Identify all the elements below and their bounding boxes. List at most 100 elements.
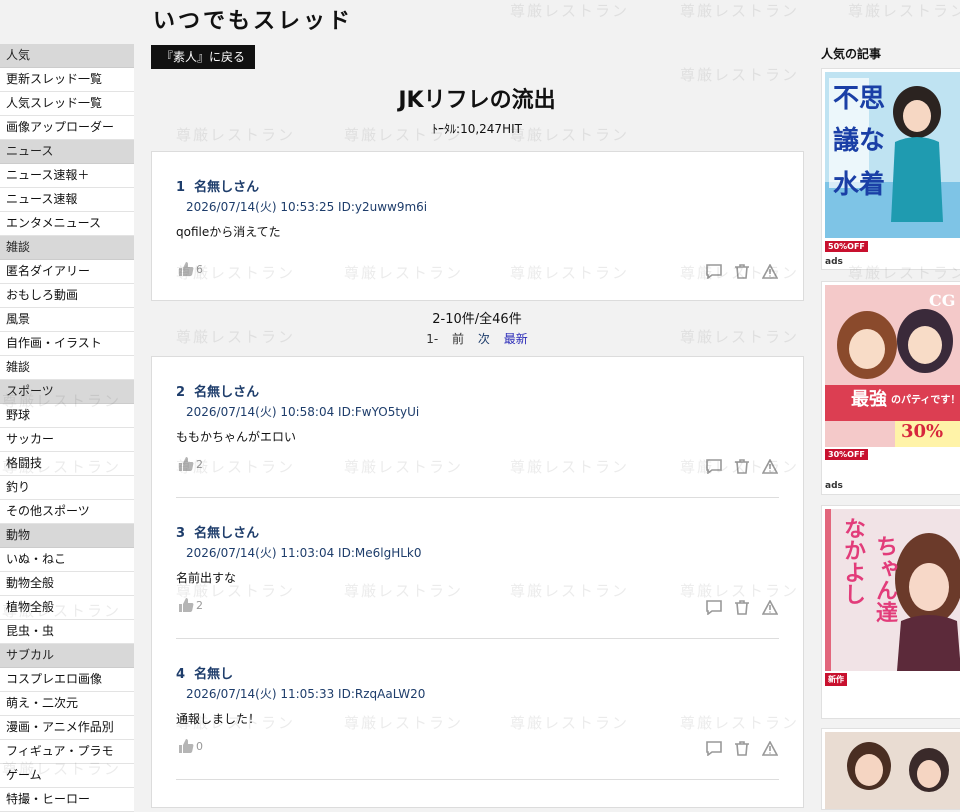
ad-card-4[interactable] (821, 728, 960, 810)
post-actions (705, 457, 779, 475)
post-actions (705, 739, 779, 757)
post-actions (705, 598, 779, 616)
sidebar-item-news-plus[interactable]: ニュース速報＋ (0, 164, 134, 188)
sidebar-item-plants[interactable]: 植物全般 (0, 596, 134, 620)
report-button[interactable] (761, 457, 779, 475)
ad-image[interactable]: 不思 議な 水着 (825, 72, 960, 238)
trash-icon (735, 263, 749, 279)
post-number[interactable]: 2 (176, 385, 185, 400)
site-logo[interactable]: いつでもスレッド (153, 3, 353, 35)
pager-next-link[interactable]: 次 (478, 332, 490, 346)
report-button[interactable] (761, 598, 779, 616)
sidebar-item-chat[interactable]: 雑談 (0, 356, 134, 380)
ad-title-1: 最強 (851, 389, 887, 410)
sidebar-item-entertainment-news[interactable]: エンタメニュース (0, 212, 134, 236)
pager-latest-link[interactable]: 最新 (504, 332, 528, 346)
sidebar-item-other-sports[interactable]: その他スポーツ (0, 500, 134, 524)
ad-card-nakayoshi[interactable]: なかよし ちゃん達 新作 (821, 505, 960, 719)
post-4: 4 名無し 2026/07/14(火) 11:05:33 ID:RzqAaLW2… (176, 663, 779, 727)
sidebar-item-fishing[interactable]: 釣り (0, 476, 134, 500)
sidebar-item-insects[interactable]: 昆虫・虫 (0, 620, 134, 644)
like-button[interactable]: 6 (178, 262, 203, 276)
sidebar-item-news[interactable]: ニュース速報 (0, 188, 134, 212)
sidebar-item-animals[interactable]: 動物全般 (0, 572, 134, 596)
like-button[interactable]: 2 (178, 457, 203, 471)
sidebar-item-illustrations[interactable]: 自作画・イラスト (0, 332, 134, 356)
post-divider (176, 779, 779, 780)
ad-cg-text: CG (929, 291, 956, 310)
ad-badge: 新作 (825, 673, 847, 686)
pager-links: 1- 前 次 最新 (151, 330, 803, 347)
post-number[interactable]: 4 (176, 667, 185, 682)
watermark: 尊厳レストラン (848, 2, 960, 20)
ad-badge: 30%OFF (825, 449, 868, 460)
ad-discount: 30% (901, 421, 944, 442)
sidebar-item-image-uploader[interactable]: 画像アップローダー (0, 116, 134, 140)
post-author: 名無し (194, 667, 234, 682)
post-body: 名前出すな (176, 571, 237, 585)
delete-button[interactable] (733, 598, 751, 616)
report-button[interactable] (761, 739, 779, 757)
report-button[interactable] (761, 262, 779, 280)
sidebar-category-news: ニュース (0, 140, 134, 164)
sidebar-item-games[interactable]: ゲーム (0, 764, 134, 788)
sidebar-category-chat: 雑談 (0, 236, 134, 260)
sidebar-item-manga-anime[interactable]: 漫画・アニメ作品別 (0, 716, 134, 740)
ad-title-2: ちゃん達 (872, 535, 898, 623)
ad-card-swimsuit[interactable]: 不思 議な 水着 50%OFF ads (821, 68, 960, 270)
sidebar-item-popular-threads[interactable]: 人気スレッド一覧 (0, 92, 134, 116)
post-body: ももかちゃんがエロい (176, 430, 297, 444)
ad-title-3: 水着 (833, 170, 886, 200)
delete-button[interactable] (733, 739, 751, 757)
sidebar-item-cosplay[interactable]: コスプレエロ画像 (0, 668, 134, 692)
sidebar-item-updated-threads[interactable]: 更新スレッド一覧 (0, 68, 134, 92)
sidebar-item-dogs-cats[interactable]: いぬ・ねこ (0, 548, 134, 572)
post-3: 3 名無しさん 2026/07/14(火) 11:03:04 ID:Me6lgH… (176, 522, 779, 586)
delete-button[interactable] (733, 262, 751, 280)
delete-button[interactable] (733, 457, 751, 475)
trash-icon (735, 458, 749, 474)
comment-icon (706, 263, 722, 279)
warning-icon (762, 458, 778, 474)
sidebar-item-martial-arts[interactable]: 格闘技 (0, 452, 134, 476)
sidebar-category-subculture: サブカル (0, 644, 134, 668)
comment-icon (706, 740, 722, 756)
ad-card-party[interactable]: CG 最強 のパティです！ 30% 30%OFF ads (821, 281, 960, 495)
sidebar-category-animals: 動物 (0, 524, 134, 548)
like-button[interactable]: 0 (178, 739, 203, 753)
post-number[interactable]: 3 (176, 526, 185, 541)
reply-button[interactable] (705, 739, 723, 757)
sidebar-item-moe[interactable]: 萌え・二次元 (0, 692, 134, 716)
pager-count: 2-10件/全46件 (432, 312, 522, 327)
sidebar-item-anonymous-diary[interactable]: 匿名ダイアリー (0, 260, 134, 284)
ad-title-2: のパティです！ (891, 395, 960, 406)
back-button[interactable]: 『素人』に戻る (151, 45, 256, 69)
first-post-card: 1 名無しさん 2026/07/14(火) 10:53:25 ID:y2uww9… (151, 151, 804, 301)
thumbs-up-icon (179, 739, 194, 753)
pager-prev: 前 (452, 332, 465, 346)
thread-title: JKリフレの流出 (398, 88, 556, 113)
ad-image[interactable] (825, 732, 960, 809)
sidebar-item-tokusatsu[interactable]: 特撮・ヒーロー (0, 788, 134, 812)
sidebar-item-soccer[interactable]: サッカー (0, 428, 134, 452)
reply-button[interactable] (705, 262, 723, 280)
sidebar-item-baseball[interactable]: 野球 (0, 404, 134, 428)
post-header: 4 名無し (176, 663, 779, 682)
post-header: 2 名無しさん (176, 381, 779, 400)
comment-icon (706, 599, 722, 615)
post-divider (176, 497, 779, 498)
post-author: 名無しさん (194, 180, 260, 195)
ad-label: ads (825, 257, 843, 267)
post-number[interactable]: 1 (176, 180, 185, 195)
reply-button[interactable] (705, 598, 723, 616)
ad-image[interactable]: なかよし ちゃん達 (825, 509, 960, 671)
sidebar-item-scenery[interactable]: 風景 (0, 308, 134, 332)
thumbs-up-icon (179, 457, 194, 471)
like-button[interactable]: 2 (178, 598, 203, 612)
sidebar-item-figures[interactable]: フィギュア・プラモ (0, 740, 134, 764)
sidebar-item-funny-videos[interactable]: おもしろ動画 (0, 284, 134, 308)
reply-button[interactable] (705, 457, 723, 475)
ad-image[interactable]: CG 最強 のパティです！ 30% (825, 285, 960, 447)
post-body: qofileから消えてた (176, 225, 281, 239)
post-actions (705, 262, 779, 280)
